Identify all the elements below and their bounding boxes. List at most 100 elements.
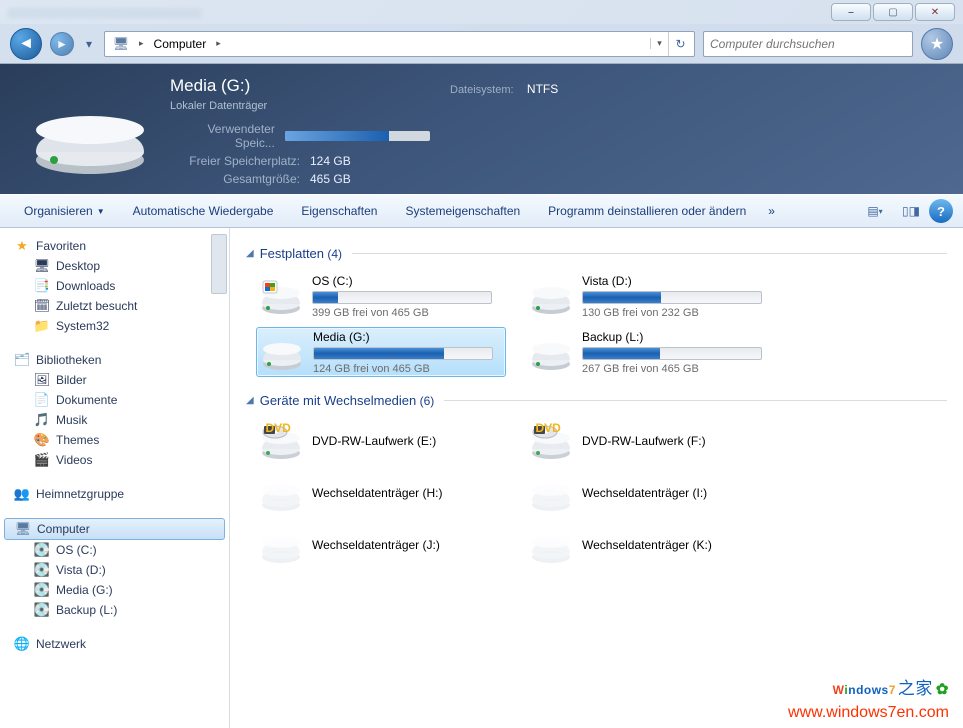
item-label: Media (G:) — [56, 583, 113, 597]
sidebar-computer-item-0[interactable]: 💽 OS (C:) — [0, 540, 229, 560]
address-bar[interactable]: 🖥 ▸ Computer ▸ ▾ ↻ — [104, 31, 695, 57]
title-text: ▯▯▯▯▯▯▯▯▯▯▯▯▯▯▯▯▯▯▯▯▯▯▯▯▯▯▯▯▯▯▯▯ — [8, 6, 831, 19]
titlebar: ▯▯▯▯▯▯▯▯▯▯▯▯▯▯▯▯▯▯▯▯▯▯▯▯▯▯▯▯▯▯▯▯ ⎯ ▢ ✕ — [0, 0, 963, 24]
device-name: Wechseldatenträger (K:) — [582, 538, 712, 552]
refresh-button[interactable]: ↻ — [668, 32, 692, 56]
address-root-icon[interactable]: 🖥 — [107, 33, 135, 55]
used-space-bar — [285, 131, 430, 141]
drive-card-2[interactable]: Media (G:) 124 GB frei von 465 GB — [256, 327, 506, 377]
item-label: OS (C:) — [56, 543, 97, 557]
sidebar-libraries-head[interactable]: 🗂Bibliotheken — [0, 350, 229, 370]
drive-free-text: 267 GB frei von 465 GB — [582, 363, 772, 375]
view-options-button[interactable]: ▤▾ — [857, 199, 893, 223]
address-dropdown[interactable]: ▾ — [650, 38, 668, 49]
sidebar-favorites-item-3[interactable]: 📁System32 — [0, 316, 229, 336]
preview-pane-button[interactable]: ▯◨ — [893, 199, 929, 223]
sidebar-favorites-item-1[interactable]: 📑Downloads — [0, 276, 229, 296]
device-card-3[interactable]: Wechseldatenträger (I:) — [526, 470, 776, 516]
system-properties-button[interactable]: Systemeigenschaften — [391, 200, 534, 222]
maximize-button[interactable]: ▢ — [873, 3, 913, 21]
hdd-icon — [260, 275, 302, 317]
sidebar-favorites-item-0[interactable]: 🖥 Desktop — [0, 256, 229, 276]
section-head-harddisks[interactable]: ◢ Festplatten (4) — [246, 246, 947, 261]
item-label: Vista (D:) — [56, 563, 106, 577]
total-size-value: 465 GB — [310, 172, 351, 186]
details-pane: Media (G:) Lokaler Datenträger Verwendet… — [0, 64, 963, 194]
breadcrumb-computer[interactable]: Computer — [148, 34, 213, 54]
sidebar-homegroup-head[interactable]: 👥Heimnetzgruppe — [0, 484, 229, 504]
drive-name: OS (C:) — [312, 274, 502, 288]
sidebar-libraries-item-4[interactable]: 🎬Videos — [0, 450, 229, 470]
sidebar-scrollbar[interactable] — [211, 234, 227, 294]
device-name: DVD-RW-Laufwerk (E:) — [312, 434, 436, 448]
item-label: Downloads — [56, 279, 115, 293]
drive-card-0[interactable]: OS (C:) 399 GB frei von 465 GB — [256, 271, 506, 321]
usb-icon — [530, 472, 572, 514]
drive-free-text: 124 GB frei von 465 GB — [313, 363, 501, 375]
autoplay-button[interactable]: Automatische Wiedergabe — [119, 200, 288, 222]
toolbar-overflow[interactable]: » — [760, 204, 783, 218]
drive-free-text: 130 GB frei von 232 GB — [582, 307, 772, 319]
sidebar-computer-item-2[interactable]: 💽Media (G:) — [0, 580, 229, 600]
chevron-right-icon[interactable]: ▸ — [212, 38, 225, 49]
properties-button[interactable]: Eigenschaften — [287, 200, 391, 222]
sidebar-libraries-item-3[interactable]: 🎨Themes — [0, 430, 229, 450]
item-label: Desktop — [56, 259, 100, 273]
usb-icon — [260, 524, 302, 566]
device-name: Wechseldatenträger (I:) — [582, 486, 707, 500]
device-card-0[interactable]: DVD-RW-Laufwerk (E:) — [256, 418, 506, 464]
organize-button[interactable]: Organisieren▼ — [10, 200, 119, 222]
minimize-button[interactable]: ⎯ — [831, 3, 871, 21]
item-icon: 🖥 — [34, 258, 50, 274]
item-icon: 📄 — [34, 392, 50, 408]
search-box[interactable] — [703, 31, 913, 57]
item-label: Videos — [56, 453, 92, 467]
drive-usage-bar — [582, 347, 762, 360]
drive-name: Media (G:) — [313, 330, 501, 344]
sidebar-favorites-item-2[interactable]: 🗓Zuletzt besucht — [0, 296, 229, 316]
chevron-right-icon[interactable]: ▸ — [135, 38, 148, 49]
libraries-icon: 🗂 — [14, 352, 30, 368]
hdd-icon — [530, 331, 572, 373]
device-card-2[interactable]: Wechseldatenträger (H:) — [256, 470, 506, 516]
drive-usage-bar — [312, 291, 492, 304]
favorites-star-button[interactable]: ★ — [921, 28, 953, 60]
item-label: Themes — [56, 433, 99, 447]
watermark-logo: Windows7之家✿ — [833, 674, 949, 700]
sidebar-favorites-head[interactable]: ★Favoriten — [0, 236, 229, 256]
close-button[interactable]: ✕ — [915, 3, 955, 21]
drive-card-1[interactable]: Vista (D:) 130 GB frei von 232 GB — [526, 271, 776, 321]
help-button[interactable]: ? — [929, 199, 953, 223]
sidebar-libraries-item-1[interactable]: 📄Dokumente — [0, 390, 229, 410]
details-title: Media (G:) — [170, 76, 430, 96]
search-input[interactable] — [710, 37, 906, 51]
sidebar-computer-item-3[interactable]: 💽Backup (L:) — [0, 600, 229, 620]
device-card-1[interactable]: DVD-RW-Laufwerk (F:) — [526, 418, 776, 464]
sidebar-libraries-item-0[interactable]: 🖼Bilder — [0, 370, 229, 390]
item-icon: 💽 — [34, 542, 50, 558]
item-icon: 💽 — [34, 602, 50, 618]
used-space-label: Verwendeter Speic... — [170, 122, 285, 150]
device-card-5[interactable]: Wechseldatenträger (K:) — [526, 522, 776, 568]
history-dropdown[interactable]: ▾ — [82, 37, 96, 51]
sidebar-network-head[interactable]: 🌐Netzwerk — [0, 634, 229, 654]
filesystem-value: NTFS — [527, 82, 558, 96]
filesystem-label: Dateisystem: — [450, 84, 514, 96]
drive-card-3[interactable]: Backup (L:) 267 GB frei von 465 GB — [526, 327, 776, 377]
sidebar-computer-head[interactable]: 🖥Computer — [4, 518, 225, 540]
free-space-value: 124 GB — [310, 154, 351, 168]
item-icon: 🎵 — [34, 412, 50, 428]
drive-name: Backup (L:) — [582, 330, 772, 344]
sidebar-libraries-item-2[interactable]: 🎵Musik — [0, 410, 229, 430]
navbar: ◄ ► ▾ 🖥 ▸ Computer ▸ ▾ ↻ ★ — [0, 24, 963, 64]
drive-usage-bar — [313, 347, 493, 360]
usb-icon — [260, 472, 302, 514]
item-icon: 🖼 — [34, 372, 50, 388]
uninstall-program-button[interactable]: Programm deinstallieren oder ändern — [534, 200, 760, 222]
forward-button[interactable]: ► — [50, 32, 74, 56]
device-card-4[interactable]: Wechseldatenträger (J:) — [256, 522, 506, 568]
back-button[interactable]: ◄ — [10, 28, 42, 60]
section-head-removable[interactable]: ◢ Geräte mit Wechselmedien (6) — [246, 393, 947, 408]
watermark-url: www.windows7en.com — [788, 704, 949, 722]
sidebar-computer-item-1[interactable]: 💽Vista (D:) — [0, 560, 229, 580]
